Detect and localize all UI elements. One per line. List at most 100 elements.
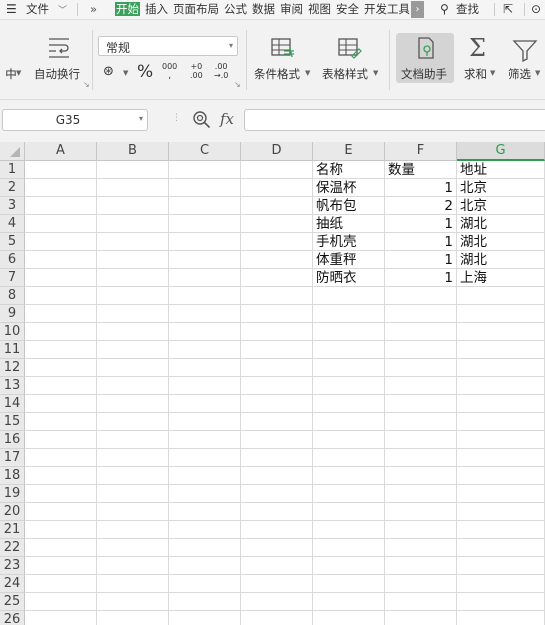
row-header[interactable]: 16 bbox=[0, 431, 25, 449]
thousands-separator-button[interactable]: 000, bbox=[162, 62, 177, 81]
share-icon[interactable]: ⇱ bbox=[503, 2, 513, 16]
chevron-down-icon[interactable]: ▼ bbox=[373, 69, 378, 77]
row-header[interactable]: 24 bbox=[0, 575, 25, 593]
row-header[interactable]: 12 bbox=[0, 359, 25, 377]
cell-g7[interactable]: 上海 bbox=[457, 269, 544, 287]
chevron-down-icon[interactable]: ▼ bbox=[490, 69, 495, 77]
number-format-select[interactable]: 常规 ▾ bbox=[98, 36, 238, 56]
table-style-button[interactable]: 表格样式 bbox=[322, 66, 368, 82]
percent-button[interactable]: % bbox=[137, 62, 153, 82]
row-header[interactable]: 1 bbox=[0, 161, 25, 179]
column-header-a[interactable]: A bbox=[25, 142, 97, 161]
doc-helper-button[interactable]: 文档助手 bbox=[396, 33, 454, 83]
chevron-down-icon[interactable]: ▼ bbox=[16, 69, 21, 77]
cell-f1[interactable]: 数量 bbox=[385, 161, 456, 179]
wrap-text-icon[interactable] bbox=[46, 36, 72, 58]
cell-e3[interactable]: 帆布包 bbox=[313, 197, 384, 215]
row-header[interactable]: 3 bbox=[0, 197, 25, 215]
table-style-icon[interactable] bbox=[337, 36, 363, 60]
chevron-down-icon[interactable]: ▼ bbox=[305, 69, 310, 77]
zoom-lookup-icon[interactable] bbox=[192, 110, 212, 130]
sum-button[interactable]: 求和 bbox=[464, 66, 487, 82]
tab-page-layout[interactable]: 页面布局 bbox=[173, 2, 219, 16]
cell-e7[interactable]: 防晒衣 bbox=[313, 269, 384, 287]
row-header[interactable]: 5 bbox=[0, 233, 25, 251]
row-header[interactable]: 17 bbox=[0, 449, 25, 467]
sum-icon[interactable]: Σ bbox=[469, 34, 486, 62]
tab-insert[interactable]: 插入 bbox=[145, 2, 168, 16]
row-header[interactable]: 8 bbox=[0, 287, 25, 305]
row-header[interactable]: 9 bbox=[0, 305, 25, 323]
row-header[interactable]: 14 bbox=[0, 395, 25, 413]
conditional-format-button[interactable]: 条件格式 bbox=[254, 66, 300, 82]
column-header-d[interactable]: D bbox=[241, 142, 313, 161]
wrap-text-button[interactable]: 自动换行 bbox=[34, 66, 80, 82]
column-header-c[interactable]: C bbox=[169, 142, 241, 161]
scroll-tabs-right-button[interactable]: › bbox=[411, 1, 424, 18]
row-header[interactable]: 20 bbox=[0, 503, 25, 521]
tab-formulas[interactable]: 公式 bbox=[224, 2, 247, 16]
formula-input[interactable] bbox=[244, 109, 545, 131]
cell-g1[interactable]: 地址 bbox=[457, 161, 544, 179]
cell-g5[interactable]: 湖北 bbox=[457, 233, 544, 251]
tab-view[interactable]: 视图 bbox=[308, 2, 331, 16]
fx-button[interactable]: fx bbox=[220, 110, 234, 128]
dialog-launcher-icon[interactable]: ↘ bbox=[234, 80, 241, 89]
row-header[interactable]: 4 bbox=[0, 215, 25, 233]
row-header[interactable]: 19 bbox=[0, 485, 25, 503]
row-header[interactable]: 2 bbox=[0, 179, 25, 197]
cell-f2[interactable]: 1 bbox=[385, 179, 456, 197]
row-header[interactable]: 13 bbox=[0, 377, 25, 395]
cell-f6[interactable]: 1 bbox=[385, 251, 456, 269]
decrease-decimal-button[interactable]: .00 →.0 bbox=[214, 62, 228, 80]
tab-security[interactable]: 安全 bbox=[336, 2, 359, 16]
chevron-down-icon[interactable]: ▼ bbox=[123, 69, 128, 77]
cell-g3[interactable]: 北京 bbox=[457, 197, 544, 215]
row-header[interactable]: 22 bbox=[0, 539, 25, 557]
column-header-g[interactable]: G bbox=[457, 142, 545, 161]
chevron-down-icon[interactable]: ▼ bbox=[535, 69, 540, 77]
row-header[interactable]: 15 bbox=[0, 413, 25, 431]
cell-g4[interactable]: 湖北 bbox=[457, 215, 544, 233]
cell-f7[interactable]: 1 bbox=[385, 269, 456, 287]
cell-f4[interactable]: 1 bbox=[385, 215, 456, 233]
drag-handle-icon[interactable]: ⋮ bbox=[172, 113, 181, 123]
find-button[interactable]: 查找 bbox=[456, 2, 479, 16]
cell-g2[interactable]: 北京 bbox=[457, 179, 544, 197]
row-header[interactable]: 25 bbox=[0, 593, 25, 611]
tab-review[interactable]: 审阅 bbox=[280, 2, 303, 16]
chevron-down-icon[interactable]: ﹀ bbox=[58, 4, 67, 18]
row-header[interactable]: 23 bbox=[0, 557, 25, 575]
cell-e2[interactable]: 保温杯 bbox=[313, 179, 384, 197]
column-header-f[interactable]: F bbox=[385, 142, 457, 161]
column-header-b[interactable]: B bbox=[97, 142, 169, 161]
conditional-format-icon[interactable] bbox=[270, 36, 296, 60]
more-tabs-button[interactable]: » bbox=[90, 2, 97, 16]
tab-data[interactable]: 数据 bbox=[252, 2, 275, 16]
settings-icon[interactable]: ⊙ bbox=[531, 2, 541, 16]
increase-decimal-button[interactable]: +0.00 bbox=[190, 62, 203, 80]
row-header[interactable]: 21 bbox=[0, 521, 25, 539]
cell-e4[interactable]: 抽纸 bbox=[313, 215, 384, 233]
column-header-e[interactable]: E bbox=[313, 142, 385, 161]
row-header[interactable]: 7 bbox=[0, 269, 25, 287]
cell-e5[interactable]: 手机壳 bbox=[313, 233, 384, 251]
cell-e1[interactable]: 名称 bbox=[313, 161, 384, 179]
filter-icon[interactable] bbox=[512, 38, 538, 63]
filter-button[interactable]: 筛选 bbox=[508, 66, 531, 82]
row-header[interactable]: 10 bbox=[0, 323, 25, 341]
select-all-corner[interactable] bbox=[0, 142, 25, 161]
sheet-grid[interactable]: ABCDEFG 1 2 3 4 5 6 7 8 9 10 11 12 13 14 15 16 17 18 19 20 2… bbox=[0, 142, 545, 625]
tab-home[interactable]: 开始 bbox=[115, 2, 140, 16]
row-header[interactable]: 11 bbox=[0, 341, 25, 359]
dialog-launcher-icon[interactable]: ↘ bbox=[83, 80, 90, 89]
tab-developer[interactable]: 开发工具 bbox=[364, 2, 409, 16]
hamburger-icon[interactable]: ☰ bbox=[6, 2, 17, 16]
cell-e6[interactable]: 体重秤 bbox=[313, 251, 384, 269]
row-header[interactable]: 26 bbox=[0, 611, 25, 625]
currency-icon[interactable]: ⊛ bbox=[103, 64, 114, 79]
search-icon[interactable]: ⚲ bbox=[440, 2, 449, 16]
cell-g6[interactable]: 湖北 bbox=[457, 251, 544, 269]
name-box[interactable]: G35 ▾ bbox=[2, 109, 148, 131]
cell-f3[interactable]: 2 bbox=[385, 197, 456, 215]
